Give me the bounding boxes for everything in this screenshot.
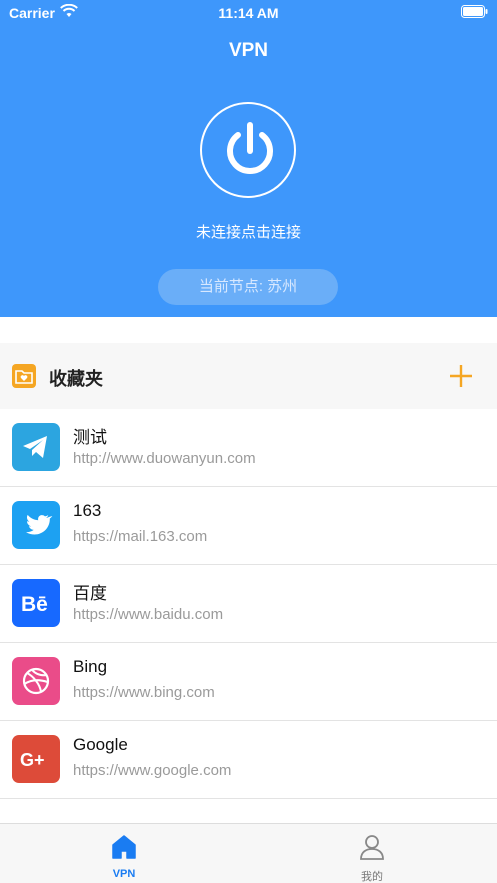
home-icon <box>112 835 136 859</box>
vpn-header: Carrier 11:14 AM VPN 未连接点击连接 当前节点: 苏州 <box>0 0 497 317</box>
site-name: Google <box>73 735 128 754</box>
site-name: Bing <box>73 657 108 676</box>
twitter-icon <box>12 501 60 549</box>
tab-vpn-label: VPN <box>112 868 136 880</box>
power-button[interactable] <box>200 102 296 198</box>
folder-heart-icon <box>12 364 36 388</box>
battery-icon <box>461 5 488 18</box>
telegram-icon <box>12 423 60 471</box>
page-title: VPN <box>228 40 269 61</box>
list-item[interactable]: G+ Google https://www.google.com <box>0 721 497 799</box>
favorites-list: 测试 http://www.duowanyun.com 163 https://… <box>0 409 497 799</box>
site-url: https://www.google.com <box>73 762 232 779</box>
site-url: https://www.bing.com <box>73 684 215 701</box>
current-node-button[interactable]: 当前节点: 苏州 <box>158 269 338 305</box>
favorites-title: 收藏夹 <box>49 369 103 389</box>
favorites-header: 收藏夹 <box>0 343 497 409</box>
site-url: https://www.baidu.com <box>73 606 224 623</box>
tab-mine-label: 我的 <box>361 871 383 883</box>
site-name: 百度 <box>73 584 107 603</box>
connect-hint[interactable]: 未连接点击连接 <box>0 221 497 242</box>
add-favorite-button[interactable] <box>447 362 475 390</box>
google-plus-icon: G+ <box>12 735 60 783</box>
site-url: http://www.duowanyun.com <box>73 450 256 467</box>
power-icon <box>227 122 273 174</box>
list-item[interactable]: 163 https://mail.163.com <box>0 487 497 565</box>
site-name: 测试 <box>73 428 107 447</box>
svg-text:Bē: Bē <box>21 593 48 616</box>
dribbble-icon <box>12 657 60 705</box>
status-time: 11:14 AM <box>218 5 279 21</box>
tab-bar: VPN 我的 <box>0 823 497 883</box>
svg-text:G+: G+ <box>20 750 45 770</box>
status-bar: Carrier 11:14 AM <box>0 0 497 26</box>
site-name: 163 <box>73 501 102 520</box>
list-item[interactable]: Bē 百度 https://www.baidu.com <box>0 565 497 643</box>
tab-vpn[interactable]: VPN <box>64 824 184 883</box>
behance-icon: Bē <box>12 579 60 627</box>
list-item[interactable]: Bing https://www.bing.com <box>0 643 497 721</box>
site-url: https://mail.163.com <box>73 528 208 545</box>
tab-mine[interactable]: 我的 <box>312 824 432 883</box>
user-icon <box>360 835 384 860</box>
list-item[interactable]: 测试 http://www.duowanyun.com <box>0 409 497 487</box>
